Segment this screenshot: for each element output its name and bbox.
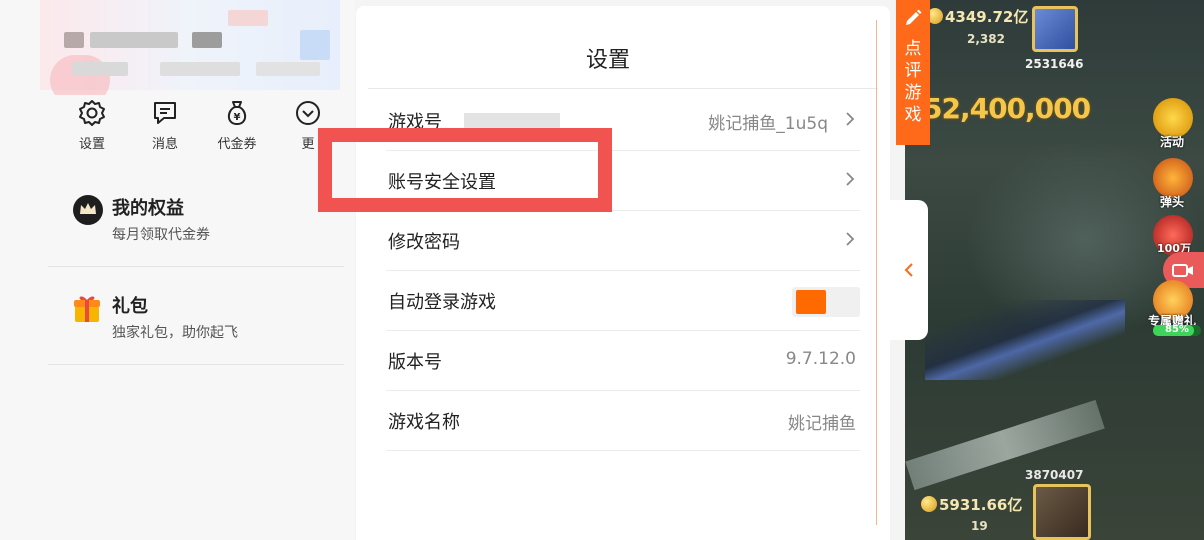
screen: 设置 消息 ¥ 代金券 更 我的权益 每月领取代金券 礼包 独家礼包，助你起飞 …: [0, 0, 1204, 540]
top-count: 2,382: [967, 32, 1005, 46]
message-icon: [154, 102, 176, 124]
bottom-player-id: 3870407: [1025, 468, 1084, 482]
gift-progress-label: 85%: [1165, 324, 1189, 335]
big-score: 52,400,000: [923, 92, 1091, 125]
settings-shortcut-label: 设置: [78, 137, 105, 152]
voucher-bag-icon: ¥: [227, 101, 247, 126]
auto-login-label: 自动登录游戏: [388, 292, 496, 313]
user-center-panel: 设置 消息 ¥ 代金券 更 我的权益 每月领取代金券 礼包 独家礼包，助你起飞: [0, 0, 355, 540]
crown-icon: [73, 195, 103, 225]
version-value: 9.7.12.0: [785, 349, 856, 369]
gift-entry[interactable]: 礼包 独家礼包，助你起飞: [48, 288, 344, 348]
bottom-coins: 5931.66亿: [939, 496, 1023, 514]
gear-icon: [79, 100, 105, 126]
review-game-label: 点评游戏: [904, 39, 922, 125]
divider: [368, 88, 878, 89]
collapse-panel-handle[interactable]: [890, 200, 928, 340]
panel-title: 设置: [585, 48, 630, 73]
auto-login-toggle[interactable]: [792, 287, 860, 317]
gift-subtitle: 独家礼包，助你起飞: [112, 325, 238, 341]
chevron-left-icon: [904, 263, 913, 277]
top-coins: 4349.72亿: [945, 8, 1029, 26]
bottom-count: 19: [971, 519, 988, 533]
divider: [48, 364, 344, 365]
game-id-value: 姚记捕鱼_1u5q: [708, 114, 828, 134]
toggle-knob: [796, 290, 826, 314]
change-password-row[interactable]: 修改密码: [386, 211, 860, 271]
bullet-label: 弹头: [1160, 195, 1185, 209]
version-label: 版本号: [388, 352, 442, 373]
chevron-right-icon: [846, 172, 855, 186]
settings-panel: 设置 游戏号 姚记捕鱼_1u5q 账号安全设置 修改密码 自动登录游戏 版本号 …: [356, 6, 890, 540]
top-player-id: 2531646: [1025, 57, 1084, 71]
pencil-icon: [906, 9, 922, 25]
player-avatar[interactable]: [1032, 6, 1078, 52]
username-blurred: [64, 32, 84, 48]
settings-shortcut[interactable]: 设置: [60, 98, 124, 152]
gift-icon: [74, 296, 100, 322]
bottom-player-avatar[interactable]: [1033, 484, 1091, 540]
coin-icon: [921, 496, 937, 512]
voucher-shortcut-label: 代金券: [217, 137, 257, 152]
gift-title: 礼包: [112, 296, 148, 317]
chevron-right-icon: [846, 112, 855, 126]
bullet-icon[interactable]: [1153, 158, 1193, 198]
benefits-title: 我的权益: [112, 198, 184, 219]
profile-header: [0, 0, 355, 95]
highlight-box: [318, 128, 612, 212]
game-background: 4349.72亿 2,382 2531646 52,400,000 活动 弹头 …: [905, 0, 1204, 540]
activity-star-icon[interactable]: [1153, 98, 1193, 138]
game-name-label: 游戏名称: [388, 412, 460, 433]
voucher-shortcut[interactable]: ¥ 代金券: [205, 98, 269, 152]
review-game-tab[interactable]: 点评游戏: [896, 0, 930, 145]
change-password-label: 修改密码: [388, 232, 460, 253]
gift-progress-bar: 85%: [1153, 324, 1201, 336]
version-row: 版本号 9.7.12.0: [386, 331, 860, 391]
messages-shortcut[interactable]: 消息: [133, 98, 197, 152]
video-camera-icon: [1172, 264, 1193, 277]
auto-login-row: 自动登录游戏: [386, 271, 860, 331]
messages-shortcut-label: 消息: [151, 137, 178, 152]
game-name-value: 姚记捕鱼: [788, 414, 856, 434]
chevron-right-icon: [846, 232, 855, 246]
scroll-track: [876, 20, 877, 525]
activity-label: 活动: [1160, 135, 1185, 149]
game-id-blurred: [464, 113, 560, 129]
game-name-row: 游戏名称 姚记捕鱼: [386, 391, 860, 451]
chevron-down-circle-icon: [296, 101, 320, 125]
benefits-entry[interactable]: 我的权益 每月领取代金券: [48, 190, 344, 250]
divider: [48, 266, 344, 267]
quick-actions: 设置 消息 ¥ 代金券 更: [60, 98, 350, 158]
svg-text:¥: ¥: [234, 112, 241, 123]
benefits-subtitle: 每月领取代金券: [112, 227, 210, 243]
